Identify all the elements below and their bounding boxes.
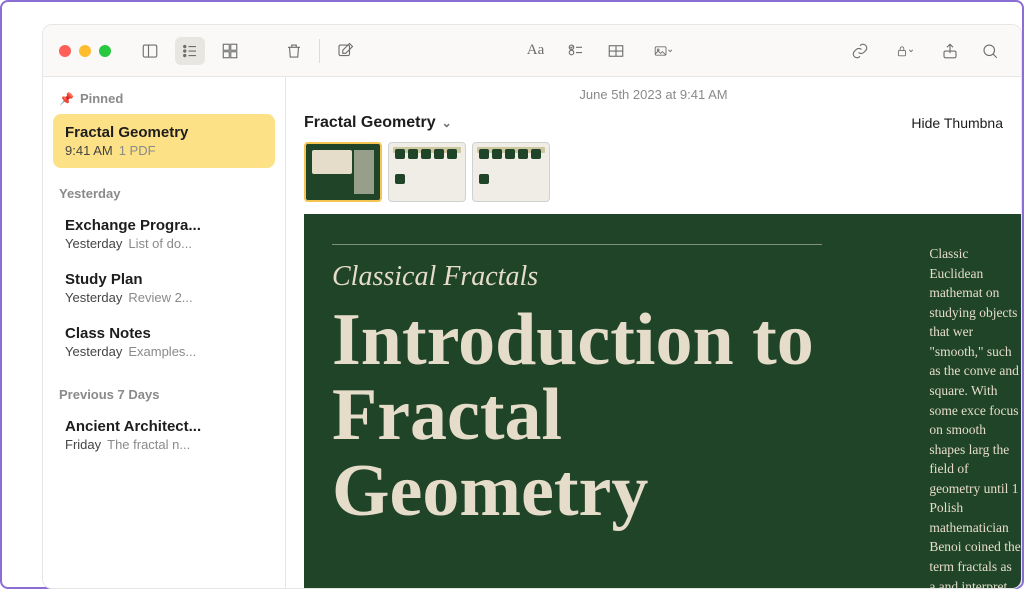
list-view-button[interactable] [175,37,205,65]
pinned-label: Pinned [80,91,123,106]
traffic-lights [59,45,111,57]
note-title: Study Plan [65,271,263,288]
gallery-view-button[interactable] [215,37,245,65]
pdf-viewer[interactable]: Classical Fractals Introduction to Fract… [304,214,1021,588]
pdf-thumbnail-3[interactable] [472,142,550,202]
maximize-window[interactable] [99,45,111,57]
note-meta: YesterdayExamples... [65,344,263,359]
chevron-down-icon: ⌄ [442,116,452,130]
pinned-header: 📌 Pinned [43,87,285,114]
delete-button[interactable] [279,37,309,65]
format-text-button[interactable]: Aa [521,37,551,65]
pdf-body-text: Classic Euclidean mathemat on studying o… [923,214,1021,588]
note-meta: FridayThe fractal n... [65,437,263,452]
lock-button[interactable] [885,37,925,65]
checklist-button[interactable] [561,37,591,65]
notes-sidebar: 📌 Pinned Fractal Geometry 9:41 AM1 PDF Y… [43,77,286,588]
note-title: Class Notes [65,325,263,342]
note-date: June 5th 2023 at 9:41 AM [286,77,1021,112]
note-item[interactable]: Exchange Progra... YesterdayList of do..… [53,207,275,261]
note-item[interactable]: Class Notes YesterdayExamples... [53,315,275,369]
sidebar-toggle[interactable] [135,37,165,65]
note-item[interactable]: Ancient Architect... FridayThe fractal n… [53,408,275,462]
note-title: Ancient Architect... [65,418,263,435]
search-button[interactable] [975,37,1005,65]
pdf-heading: Introduction to Fractal Geometry [332,303,893,529]
document-title-dropdown[interactable]: Fractal Geometry ⌄ [304,114,452,132]
share-button[interactable] [935,37,965,65]
pdf-thumbnails [286,142,1021,214]
note-meta: YesterdayList of do... [65,236,263,251]
hide-thumbnails-button[interactable]: Hide Thumbna [911,115,1003,131]
note-item[interactable]: Study Plan YesterdayReview 2... [53,261,275,315]
group-yesterday: Yesterday [43,168,285,207]
group-prev7: Previous 7 Days [43,369,285,408]
toolbar: Aa [43,25,1021,77]
pdf-page-left: Classical Fractals Introduction to Fract… [304,214,923,588]
pin-icon: 📌 [59,92,74,106]
note-title: Exchange Progra... [65,217,263,234]
app-window: Aa 📌 Pinned Fractal Geometry 9:41 AM1 PD… [42,24,1022,589]
note-meta: 9:41 AM1 PDF [65,143,263,158]
media-button[interactable] [641,37,685,65]
minimize-window[interactable] [79,45,91,57]
divider [319,39,320,63]
main-pane: June 5th 2023 at 9:41 AM Fractal Geometr… [286,77,1021,588]
pdf-thumbnail-2[interactable] [388,142,466,202]
note-item-pinned[interactable]: Fractal Geometry 9:41 AM1 PDF [53,114,275,168]
link-button[interactable] [845,37,875,65]
close-window[interactable] [59,45,71,57]
pdf-subheading: Classical Fractals [332,261,893,293]
note-meta: YesterdayReview 2... [65,290,263,305]
note-title: Fractal Geometry [65,124,263,141]
content-area: 📌 Pinned Fractal Geometry 9:41 AM1 PDF Y… [43,77,1021,588]
table-button[interactable] [601,37,631,65]
compose-button[interactable] [330,37,360,65]
pdf-thumbnail-1[interactable] [304,142,382,202]
document-header: Fractal Geometry ⌄ Hide Thumbna [286,112,1021,142]
document-title: Fractal Geometry [304,114,436,132]
